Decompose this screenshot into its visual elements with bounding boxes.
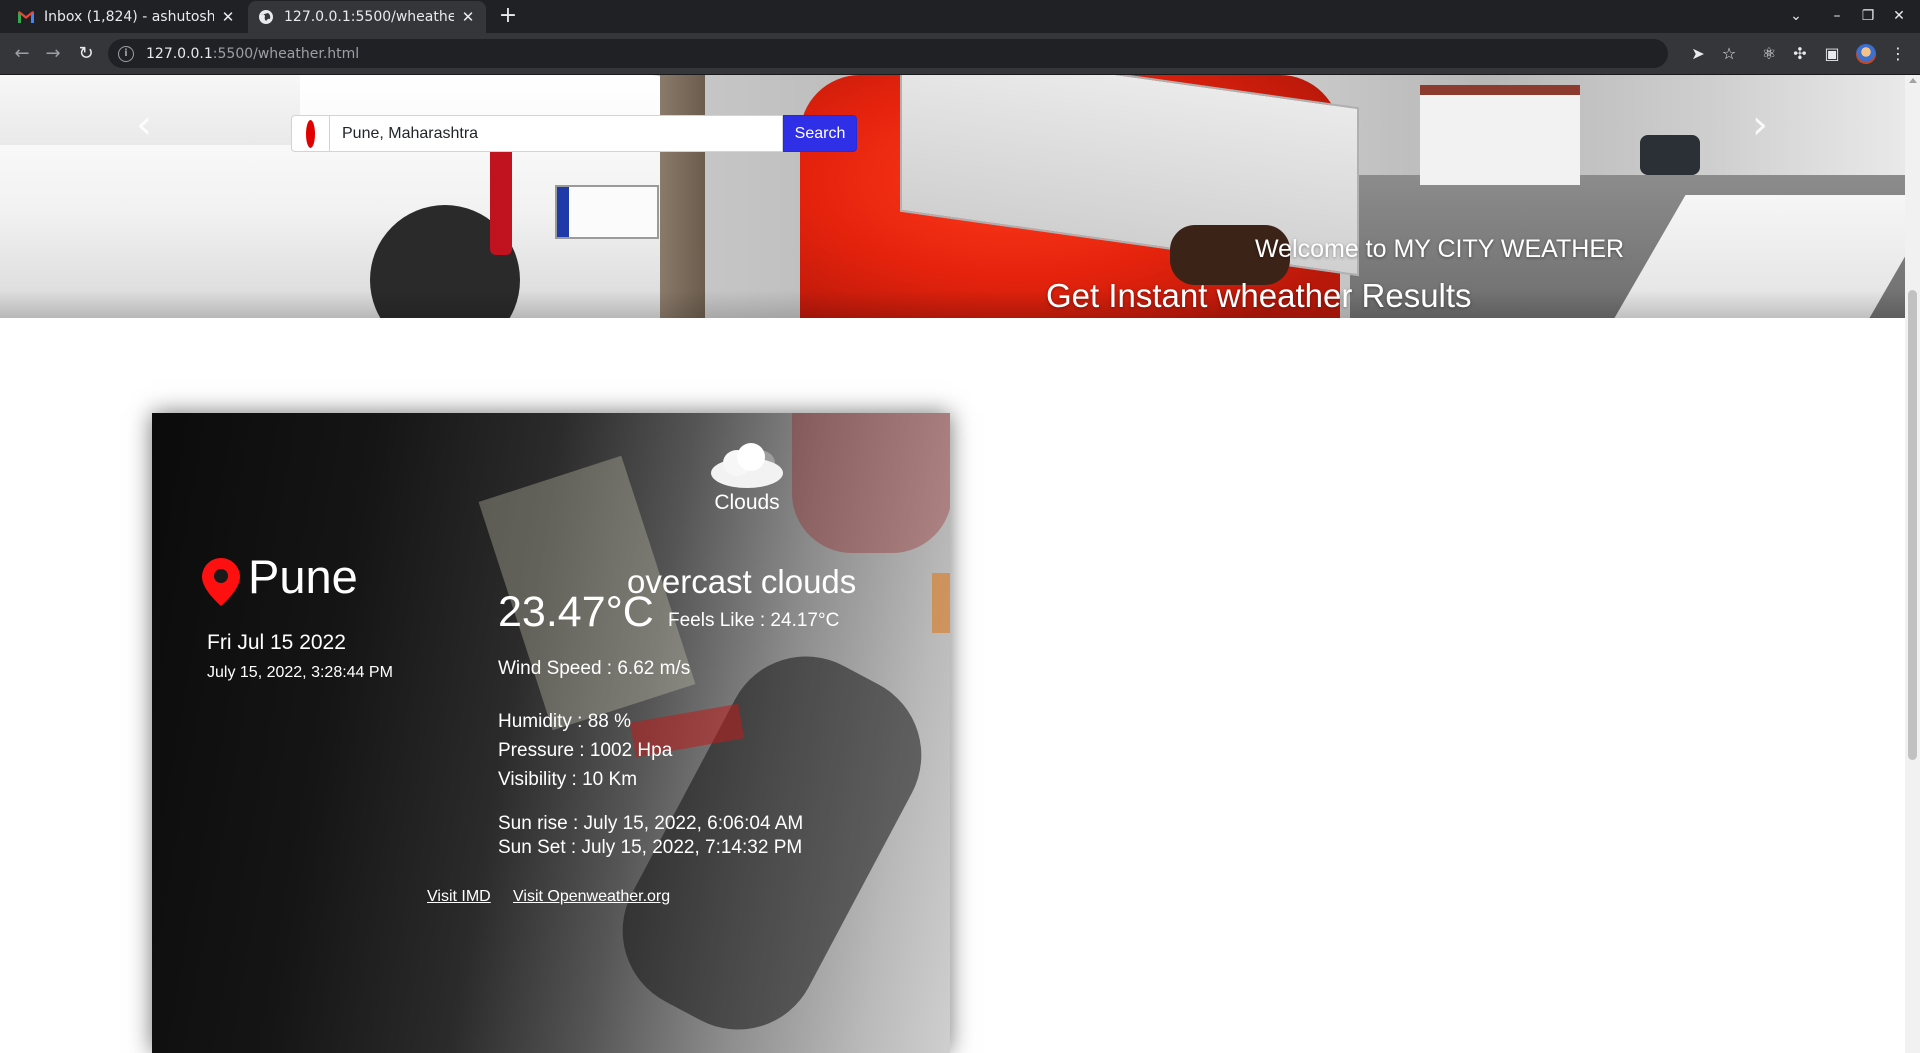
search-button[interactable]: Search (783, 115, 857, 152)
tab-title: Inbox (1,824) - ashutosh.s (44, 9, 214, 25)
page-viewport: ‹ › Search Welcome to MY CITY WEATHER Ge… (0, 75, 1905, 1053)
tab-search-chevron-icon[interactable]: ⌄ (1786, 7, 1806, 25)
scrollbar-thumb[interactable] (1908, 290, 1917, 760)
hero-photo-shade (0, 290, 1905, 318)
hero-photo-house (1420, 85, 1580, 185)
hero-photo-license-plate (555, 185, 659, 239)
hero-welcome-text: Welcome to MY CITY WEATHER (1255, 235, 1625, 263)
carousel-next-icon[interactable]: › (1740, 105, 1780, 145)
visit-openweather-link[interactable]: Visit Openweather.org (513, 888, 670, 906)
sunset: Sun Set : July 15, 2022, 7:14:32 PM (498, 837, 803, 858)
address-url: 127.0.0.1:5500/wheather.html (146, 45, 360, 62)
hero-photo-taillight (490, 135, 512, 255)
city-search-input[interactable] (329, 115, 783, 152)
close-window-icon[interactable]: ✕ (1889, 7, 1909, 25)
profile-avatar[interactable] (1856, 44, 1876, 64)
visit-imd-link[interactable]: Visit IMD (427, 888, 491, 906)
weather-card: Clouds Pune overcast clouds Fri Jul 15 2… (152, 413, 950, 1053)
site-info-icon[interactable]: i (118, 45, 134, 62)
bookmark-star-icon[interactable]: ☆ (1717, 42, 1741, 66)
hero-photo-car (1640, 135, 1700, 175)
cloud-icon (711, 443, 783, 488)
pressure: Pressure : 1002 Hpa (498, 740, 673, 761)
scroll-up-arrow-icon[interactable] (1909, 78, 1917, 83)
gmail-icon (18, 9, 34, 25)
address-bar[interactable]: i 127.0.0.1:5500/wheather.html (108, 39, 1668, 68)
humidity: Humidity : 88 % (498, 711, 632, 732)
globe-icon (258, 9, 274, 25)
browser-toolbar: ← → ↻ i 127.0.0.1:5500/wheather.html ➤ ☆… (0, 33, 1920, 75)
page-scrollbar[interactable] (1905, 75, 1920, 1053)
reload-icon[interactable]: ↻ (74, 42, 98, 66)
city-search-bar: Search (291, 115, 857, 152)
extensions-puzzle-icon[interactable]: ✣ (1788, 42, 1812, 66)
hero-photo-pole (660, 75, 705, 318)
carousel-prev-icon[interactable]: ‹ (124, 105, 164, 145)
tab-close-icon[interactable]: ✕ (460, 8, 476, 26)
sunrise: Sun rise : July 15, 2022, 6:06:04 AM (498, 813, 804, 834)
menu-kebab-icon[interactable]: ⋮ (1886, 42, 1910, 66)
tab-close-icon[interactable]: ✕ (220, 8, 236, 26)
weather-description: overcast clouds (627, 563, 857, 600)
restore-icon[interactable]: ❐ (1858, 7, 1878, 25)
map-pin-icon (202, 558, 240, 606)
tab-weather-page[interactable]: 127.0.0.1:5500/wheather.h ✕ (248, 1, 486, 33)
temperature: 23.47°C (498, 588, 654, 636)
browser-tab-bar: Inbox (1,824) - ashutosh.s ✕ 127.0.0.1:5… (0, 0, 1920, 33)
new-tab-icon[interactable]: + (496, 4, 520, 28)
location-pin-icon (291, 115, 329, 152)
current-date: Fri Jul 15 2022 (207, 631, 346, 654)
send-tab-icon[interactable]: ➤ (1686, 42, 1710, 66)
forward-icon[interactable]: → (41, 42, 65, 66)
visibility: Visibility : 10 Km (498, 769, 638, 790)
card-photo-taillight (792, 413, 950, 553)
city-name: Pune (248, 550, 358, 603)
weather-condition: Clouds (714, 491, 780, 514)
card-photo-indicator (932, 573, 950, 633)
side-panel-icon[interactable]: ▣ (1820, 42, 1844, 66)
minimize-icon[interactable]: – (1827, 7, 1847, 25)
tab-gmail-inbox[interactable]: Inbox (1,824) - ashutosh.s ✕ (8, 1, 246, 33)
feels-like: Feels Like : 24.17°C (668, 610, 840, 631)
hero-banner: ‹ › Search Welcome to MY CITY WEATHER Ge… (0, 75, 1905, 318)
hero-tagline: Get Instant wheather Results (1046, 277, 1472, 314)
wind-speed: Wind Speed : 6.62 m/s (498, 658, 691, 679)
current-datetime: July 15, 2022, 3:28:44 PM (207, 664, 393, 681)
react-devtools-icon[interactable]: ⚛ (1757, 42, 1781, 66)
back-icon[interactable]: ← (10, 42, 34, 66)
tab-title: 127.0.0.1:5500/wheather.h (284, 9, 454, 25)
